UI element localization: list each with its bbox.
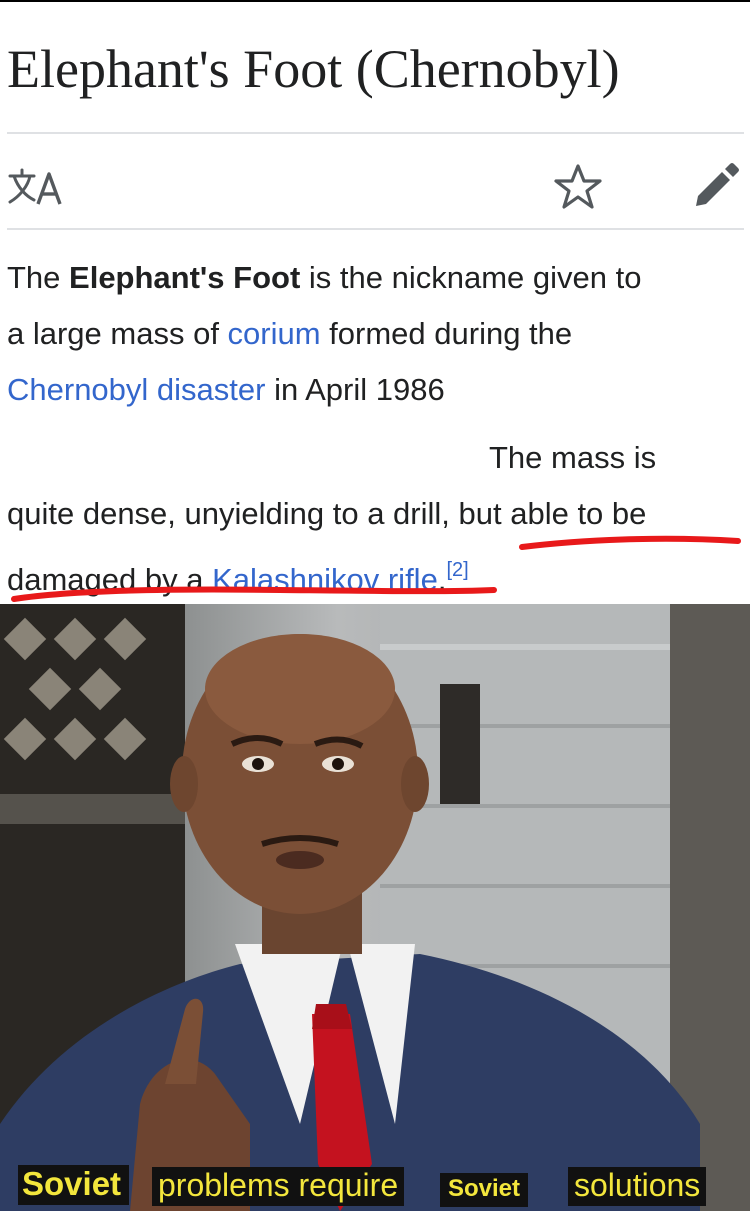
text: in April 1986 — [265, 372, 445, 407]
top-border — [0, 0, 750, 2]
caption-problems-require: problems require — [152, 1167, 405, 1206]
man-in-suit-picture — [0, 604, 750, 1211]
toolbar-divider — [7, 228, 744, 230]
edit-icon[interactable] — [690, 158, 742, 210]
caption-word-soviet-small: Soviet — [440, 1173, 529, 1207]
paragraph-line-4: The mass is — [489, 438, 744, 478]
meme-image: Soviet problems require Soviet solutions — [0, 604, 750, 1211]
text: damaged by a — [7, 562, 213, 597]
caption-word-soviet: Soviet — [18, 1165, 130, 1205]
text: quite dense, unyielding to a drill, but … — [7, 496, 647, 531]
meme-caption: Soviet problems require Soviet solutions — [0, 1163, 750, 1211]
text: The — [7, 260, 70, 295]
paragraph-line-6: damaged by a Kalashnikov rifle.[2] — [7, 550, 747, 600]
page-title: Elephant's Foot (Chernobyl) — [7, 39, 620, 99]
paragraph-line-1: The Elephant's Foot is the nickname give… — [7, 258, 747, 298]
star-icon[interactable] — [552, 163, 604, 211]
translate-icon[interactable] — [8, 162, 62, 206]
paragraph-line-3: Chernobyl disaster in April 1986 — [7, 370, 747, 410]
wikipedia-screenshot: Elephant's Foot (Chernobyl) The Elephant… — [0, 0, 750, 604]
bold-term: Elephant's Foot — [69, 260, 301, 295]
text: The mass is — [489, 440, 657, 475]
paragraph-line-2: a large mass of corium formed during the — [7, 314, 747, 354]
text: formed during the — [320, 316, 573, 351]
text: is the nickname given to — [300, 260, 642, 295]
kalashnikov-rifle-link[interactable]: Kalashnikov rifle — [212, 562, 438, 597]
text: a large mass of — [7, 316, 228, 351]
caption-solutions: solutions — [568, 1167, 707, 1206]
paragraph-line-5: quite dense, unyielding to a drill, but … — [7, 494, 747, 534]
citation-link[interactable]: [2] — [446, 559, 468, 581]
corium-link[interactable]: corium — [228, 316, 321, 351]
title-divider — [7, 132, 744, 134]
chernobyl-disaster-link[interactable]: Chernobyl disaster — [7, 372, 265, 407]
